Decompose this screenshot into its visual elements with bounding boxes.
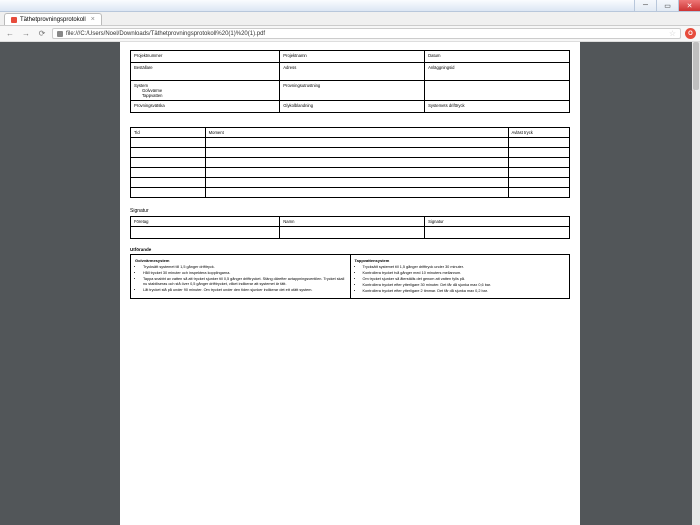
cell-bestallare: Beställare — [131, 63, 280, 81]
bookmark-icon[interactable]: ☆ — [669, 29, 676, 38]
tappvatten-box: Tappvattensystem Trycksätt systemet till… — [351, 255, 570, 298]
vertical-scrollbar[interactable] — [692, 42, 700, 525]
cell-provutrustning: Provningsutrustning — [280, 81, 425, 101]
extension-button[interactable]: O — [685, 28, 696, 39]
pdf-icon — [11, 17, 17, 23]
cell-drifttryck: Systemets drifttryck — [425, 101, 570, 113]
cell-projektnamn: Projektnamn — [280, 51, 425, 63]
minimize-button[interactable]: ─ — [634, 0, 656, 11]
signature-section: Signatur FöretagNamnSignatur — [130, 208, 570, 239]
th-tryck: Avläst tryck — [508, 128, 569, 138]
browser-tab[interactable]: Täthetprovningsprotokoll × — [4, 13, 102, 25]
signature-table: FöretagNamnSignatur — [130, 216, 570, 239]
pdf-viewport: ProjektnummerProjektnamnDatum Beställare… — [0, 42, 700, 525]
golvvarme-box: Golvvärmesystem Trycksätt systemet till … — [131, 255, 351, 298]
table-row — [131, 178, 570, 188]
signature-title: Signatur — [130, 208, 570, 214]
back-button[interactable]: ← — [4, 28, 16, 40]
cell-foretag: Företag — [131, 217, 280, 227]
info-table: ProjektnummerProjektnamnDatum Beställare… — [130, 50, 570, 113]
th-moment: Moment — [205, 128, 508, 138]
utforande-section: Utförande Golvvärmesystem Trycksätt syst… — [130, 247, 570, 299]
cell-signatur: Signatur — [425, 217, 570, 227]
tab-strip: Täthetprovningsprotokoll × — [0, 12, 700, 26]
scroll-thumb[interactable] — [693, 42, 699, 90]
cell-provvatska: Provningsvätska — [131, 101, 280, 113]
log-table: TidMomentAvläst tryck — [130, 127, 570, 198]
url-text: file:///C:/Users/Noel/Downloads/Täthetpr… — [66, 31, 265, 37]
forward-button[interactable]: → — [20, 28, 32, 40]
cell-namn: Namn — [280, 217, 425, 227]
reload-button[interactable]: ⟳ — [36, 28, 48, 40]
cell-anlaggningsid: Anläggningsid — [425, 63, 570, 81]
utforande-title: Utförande — [130, 247, 570, 252]
window-titlebar: ─ ▭ ✕ — [0, 0, 700, 12]
table-row — [131, 158, 570, 168]
address-bar: ← → ⟳ file:///C:/Users/Noel/Downloads/Tä… — [0, 26, 700, 42]
cell-glykol: Glykolblandning — [280, 101, 425, 113]
table-row — [131, 168, 570, 178]
cell-adress: Adress — [280, 63, 425, 81]
instruction-boxes: Golvvärmesystem Trycksätt systemet till … — [130, 254, 570, 299]
file-icon — [57, 31, 63, 37]
table-row — [131, 188, 570, 198]
tab-title: Täthetprovningsprotokoll — [20, 17, 86, 23]
maximize-button[interactable]: ▭ — [656, 0, 678, 11]
table-row — [131, 138, 570, 148]
close-tab-icon[interactable]: × — [91, 16, 95, 23]
close-button[interactable]: ✕ — [678, 0, 700, 11]
cell-datum: Datum — [425, 51, 570, 63]
pdf-page: ProjektnummerProjektnamnDatum Beställare… — [120, 42, 580, 525]
cell-projektnummer: Projektnummer — [131, 51, 280, 63]
table-row — [131, 148, 570, 158]
cell-system: SystemGolvvärmeTappvatten — [131, 81, 280, 101]
th-tid: Tid — [131, 128, 206, 138]
url-input[interactable]: file:///C:/Users/Noel/Downloads/Täthetpr… — [52, 28, 681, 39]
